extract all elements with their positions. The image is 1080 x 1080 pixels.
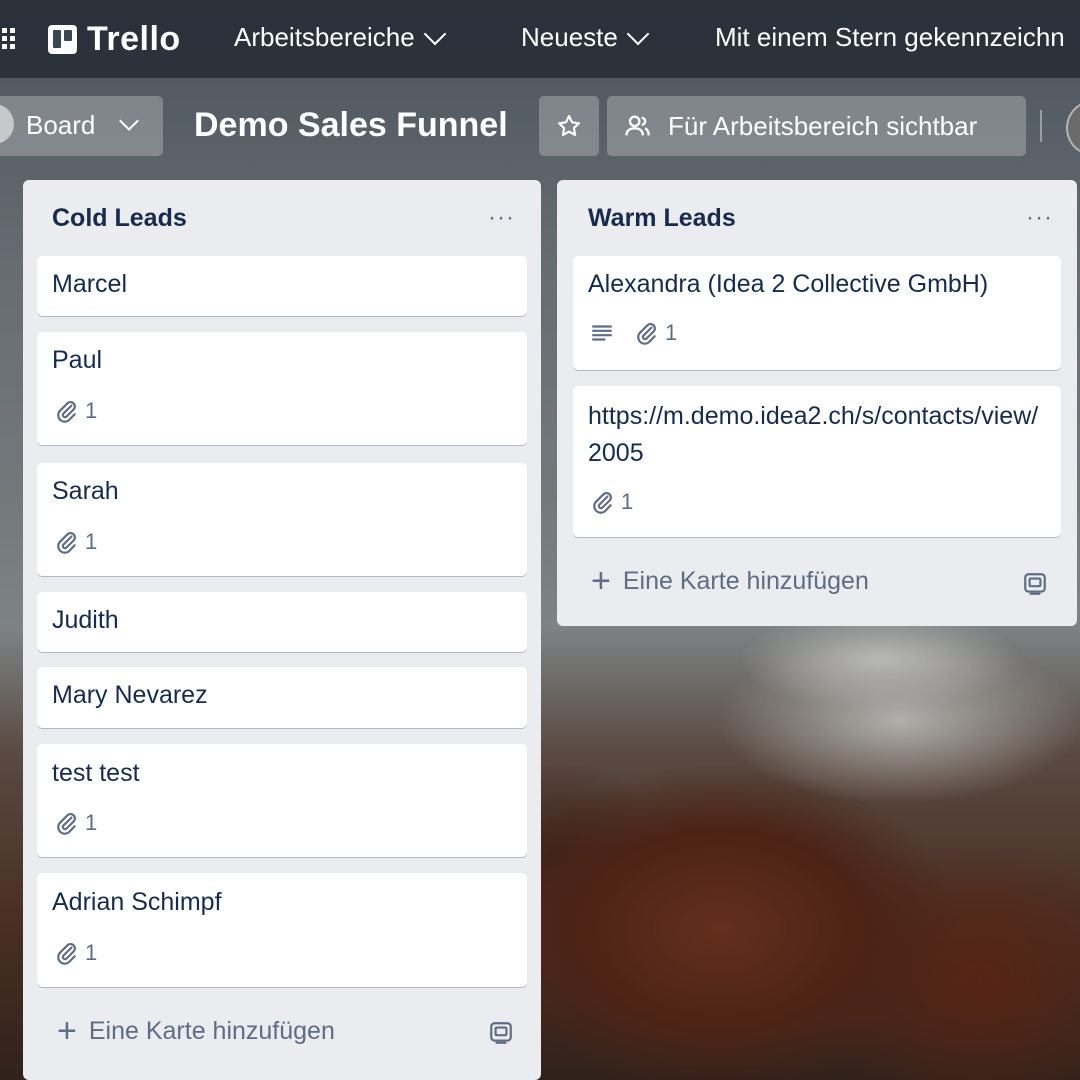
attachment-badge: 1 — [633, 320, 677, 346]
attachment-badge: 1 — [53, 529, 97, 555]
attachment-count: 1 — [85, 940, 98, 965]
top-navigation-bar: Trello Arbeitsbereiche Neueste Mit einem… — [0, 0, 1080, 78]
chevron-down-icon — [626, 22, 650, 45]
paperclip-icon — [593, 491, 612, 514]
card-badges: 1 — [53, 529, 97, 555]
card-marcel[interactable]: Marcel — [37, 256, 527, 316]
attachment-badge: 1 — [53, 810, 97, 836]
board-view-switcher[interactable]: Board — [0, 96, 163, 156]
card-title: https://m.demo.idea2.ch/s/contacts/view/… — [588, 402, 1039, 467]
board-view-label: Board — [26, 110, 96, 140]
card-title: Marcel — [52, 270, 128, 298]
card-title: Sarah — [52, 477, 119, 505]
avatar[interactable] — [1066, 100, 1080, 156]
card-title: Alexandra (Idea 2 Collective GmbH) — [588, 270, 989, 298]
recent-label: Neueste — [521, 22, 618, 52]
card-paul[interactable]: Paul 1 — [37, 332, 527, 445]
visibility-button[interactable]: Für Arbeitsbereich sichtbar — [607, 96, 1026, 156]
workspace-members-icon — [625, 115, 650, 136]
attachment-badge: 1 — [53, 940, 97, 966]
add-card-label: Eine Karte hinzufügen — [88, 1016, 335, 1045]
card-title: Mary Nevarez — [52, 681, 208, 709]
attachment-count: 1 — [85, 529, 98, 554]
chevron-down-icon — [119, 111, 139, 131]
workspaces-label: Arbeitsbereiche — [234, 22, 415, 52]
add-card-label: Eine Karte hinzufügen — [622, 566, 869, 595]
chevron-down-icon — [423, 22, 446, 45]
card-sarah[interactable]: Sarah 1 — [37, 463, 527, 576]
header-divider — [1040, 110, 1042, 142]
list-menu-button[interactable]: ··· — [488, 204, 515, 232]
card-badges: 1 — [53, 810, 97, 836]
paperclip-icon — [57, 942, 76, 965]
star-board-button[interactable] — [539, 96, 599, 156]
card-title: test test — [52, 759, 140, 787]
app-name: Trello — [87, 20, 181, 58]
attachment-count: 1 — [85, 398, 98, 423]
attachment-badge: 1 — [53, 398, 97, 424]
trello-logo-icon — [48, 25, 77, 54]
board-view-icon — [0, 104, 14, 144]
list-cold-leads: Cold Leads ··· Marcel Paul 1 Sarah 1 Jud… — [23, 180, 541, 1080]
card-badges: 1 — [589, 320, 677, 346]
add-card-button[interactable]: + Eine Karte hinzufügen — [57, 1012, 335, 1050]
card-badges: 1 — [53, 940, 97, 966]
card-alexandra[interactable]: Alexandra (Idea 2 Collective GmbH) 1 — [573, 256, 1061, 370]
star-icon — [558, 114, 580, 136]
paperclip-icon — [57, 812, 76, 835]
paperclip-icon — [637, 322, 656, 345]
card-title: Adrian Schimpf — [52, 888, 222, 916]
card-badges: 1 — [53, 398, 97, 424]
plus-icon: + — [57, 1012, 77, 1050]
workspaces-menu-button[interactable]: Arbeitsbereiche — [234, 22, 446, 53]
card-badges: 1 — [589, 489, 633, 515]
starred-menu-button[interactable]: Mit einem Stern gekennzeichn — [715, 22, 1065, 53]
attachment-badge: 1 — [589, 489, 633, 515]
card-contact-url[interactable]: https://m.demo.idea2.ch/s/contacts/view/… — [573, 386, 1061, 537]
description-lines-icon — [592, 325, 612, 341]
card-title: Judith — [52, 606, 119, 634]
list-warm-leads: Warm Leads ··· Alexandra (Idea 2 Collect… — [557, 180, 1077, 626]
attachment-count: 1 — [85, 810, 98, 835]
paperclip-icon — [57, 531, 76, 554]
card-test-test[interactable]: test test 1 — [37, 744, 527, 857]
recent-menu-button[interactable]: Neueste — [521, 22, 650, 53]
card-adrian-schimpf[interactable]: Adrian Schimpf 1 — [37, 873, 527, 987]
visibility-label: Für Arbeitsbereich sichtbar — [668, 111, 978, 141]
list-title[interactable]: Cold Leads — [52, 204, 187, 233]
attachment-count: 1 — [621, 489, 634, 514]
board-header: Board Demo Sales Funnel Für Arbeitsberei… — [0, 96, 1080, 156]
trello-logo[interactable]: Trello — [48, 20, 181, 59]
starred-label: Mit einem Stern gekennzeichn — [715, 22, 1065, 52]
paperclip-icon — [57, 400, 76, 423]
apps-grid-icon[interactable] — [0, 28, 20, 50]
add-card-button[interactable]: + Eine Karte hinzufügen — [591, 562, 869, 600]
plus-icon: + — [591, 562, 611, 600]
attachment-count: 1 — [665, 320, 678, 345]
card-template-icon[interactable] — [1022, 571, 1048, 597]
card-template-icon[interactable] — [488, 1020, 514, 1046]
card-mary-nevarez[interactable]: Mary Nevarez — [37, 667, 527, 728]
card-judith[interactable]: Judith — [37, 592, 527, 652]
card-title: Paul — [52, 346, 103, 374]
board-title[interactable]: Demo Sales Funnel — [194, 106, 508, 145]
list-title[interactable]: Warm Leads — [588, 204, 736, 233]
list-menu-button[interactable]: ··· — [1026, 204, 1053, 232]
